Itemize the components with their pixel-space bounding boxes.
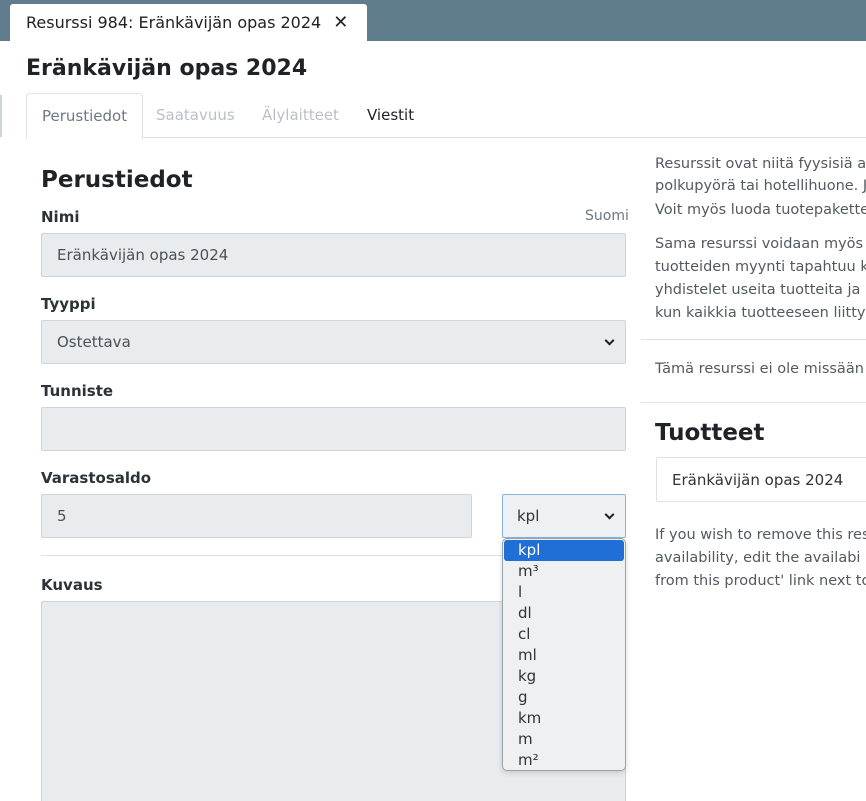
info-divider <box>641 402 866 403</box>
info-text: Sama resurssi voidaan myös <box>655 236 864 252</box>
left-edge-divider <box>0 95 2 137</box>
unit-option[interactable]: g <box>504 687 624 708</box>
products-note: If you wish to remove this res <box>655 527 866 543</box>
product-item[interactable]: Eränkävijän opas 2024 <box>656 457 866 502</box>
info-text: tuotteiden myynti tapahtuu k <box>655 259 866 275</box>
description-label: Kuvaus <box>41 576 103 594</box>
unit-option[interactable]: cl <box>504 624 624 645</box>
tab-saatavuus[interactable]: Saatavuus <box>141 93 250 138</box>
unit-option[interactable]: kg <box>504 666 624 687</box>
unit-option[interactable]: m³ <box>504 561 624 582</box>
product-item-label: Eränkävijän opas 2024 <box>672 470 844 489</box>
name-field[interactable]: Eränkävijän opas 2024 <box>41 233 626 277</box>
type-select[interactable]: Ostettava <box>41 320 626 364</box>
unit-select-value: kpl <box>517 507 540 525</box>
info-text: kun kaikkia tuotteeseen liitty <box>655 305 866 321</box>
type-label: Tyyppi <box>41 295 96 313</box>
tab-viestit[interactable]: Viestit <box>352 93 429 138</box>
name-label: Nimi <box>41 208 80 226</box>
document-tab-title: Resurssi 984: Eränkävijän opas 2024 <box>26 13 322 32</box>
stock-label: Varastosaldo <box>41 469 152 487</box>
name-field-value: Eränkävijän opas 2024 <box>57 246 229 264</box>
unit-select[interactable]: kpl <box>502 494 626 538</box>
unit-option[interactable]: ml <box>504 645 624 666</box>
products-title: Tuotteet <box>655 420 765 446</box>
unit-option[interactable]: km <box>504 708 624 729</box>
page-title: Eränkävijän opas 2024 <box>26 56 308 81</box>
info-text: polkupyörä tai hotellihuone. J <box>655 178 866 194</box>
info-text: Resurssit ovat niitä fyysisiä a <box>655 156 866 172</box>
chevron-down-icon <box>604 509 615 520</box>
info-text: yhdistelet useita tuotteita ja r <box>655 282 866 298</box>
unit-option[interactable]: l <box>504 582 624 603</box>
type-select-value: Ostettava <box>57 333 131 351</box>
identifier-label: Tunniste <box>41 382 114 400</box>
unit-option[interactable]: kpl <box>504 540 624 561</box>
chevron-down-icon <box>604 335 615 346</box>
tab-perustiedot[interactable]: Perustiedot <box>26 93 144 139</box>
unit-option[interactable]: m <box>504 729 624 750</box>
unit-option[interactable]: m² <box>504 750 624 771</box>
stock-field[interactable]: 5 <box>41 494 472 538</box>
notice-text: Tämä resurssi ei ole missään <box>655 361 864 377</box>
close-icon[interactable]: ✕ <box>333 12 348 33</box>
document-tab[interactable]: Resurssi 984: Eränkävijän opas 2024 ✕ <box>10 4 367 41</box>
info-text: Voit myös luoda tuotepakette <box>655 202 866 218</box>
tab-alylaitteet[interactable]: Älylaitteet <box>247 93 354 138</box>
info-divider <box>641 339 866 340</box>
products-note: availability, edit the availabi <box>655 550 861 566</box>
identifier-field[interactable] <box>41 407 626 451</box>
unit-dropdown-list: kpl m³ l dl cl ml kg g km m m² <box>502 538 626 771</box>
language-link[interactable]: Suomi <box>585 208 629 224</box>
products-note: from this product' link next to <box>655 573 866 589</box>
section-title: Perustiedot <box>41 167 193 193</box>
stock-field-value: 5 <box>57 507 67 525</box>
unit-option[interactable]: dl <box>504 603 624 624</box>
tab-bar: Perustiedot Saatavuus Älylaitteet Viesti… <box>26 93 866 139</box>
